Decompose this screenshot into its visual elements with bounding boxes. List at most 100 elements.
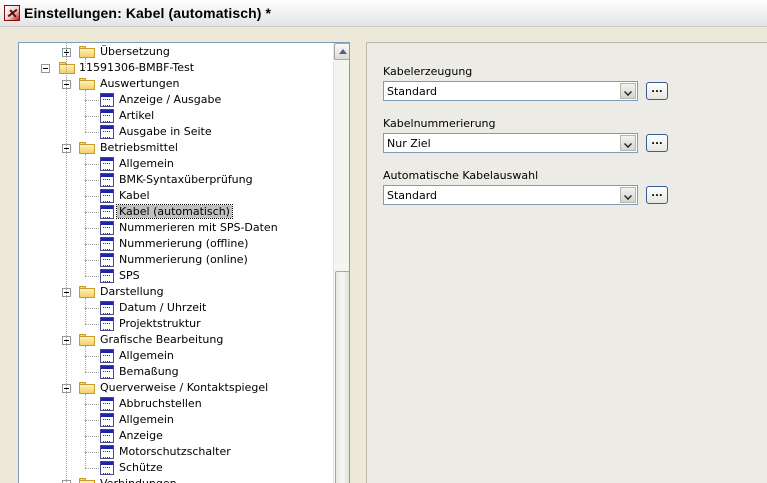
folder-icon — [79, 334, 95, 346]
folder-icon — [79, 46, 95, 58]
tree-connector — [85, 276, 99, 277]
tree-connector — [85, 356, 99, 357]
tree-item-label: Querverweise / Kontaktspiegel — [100, 381, 269, 394]
tree-item-label: Projektstruktur — [119, 317, 201, 330]
tree-connector — [85, 452, 99, 453]
settings-page-icon — [100, 189, 114, 203]
tree-connector — [85, 324, 99, 325]
window-title: Einstellungen: Kabel (automatisch) * — [24, 5, 272, 21]
settings-page-icon — [100, 205, 114, 219]
tree-connector — [66, 43, 67, 483]
tree-connector — [85, 346, 86, 372]
settings-page-icon — [100, 93, 114, 107]
tree-connector — [85, 260, 99, 261]
tree-connector — [85, 228, 99, 229]
tree-item-label: Nummerieren mit SPS-Daten — [119, 221, 278, 234]
tree-connector — [85, 100, 99, 101]
tree-item-label: Verbindungen — [98, 477, 179, 483]
tree-item-label: Motorschutzschalter — [119, 445, 231, 458]
settings-page-icon — [100, 173, 114, 187]
tree-item-label: BMK-Syntaxüberprüfung — [119, 173, 253, 186]
settings-page-icon — [100, 109, 114, 123]
settings-page-icon — [100, 349, 114, 363]
kabelerzeugung-more-button[interactable]: ... — [646, 82, 668, 100]
tree-connector — [85, 468, 99, 469]
settings-page-icon — [100, 429, 114, 443]
settings-page-icon — [100, 397, 114, 411]
kabelnummerierung-more-button[interactable]: ... — [646, 134, 668, 152]
tree-item-label: Ausgabe in Seite — [119, 125, 212, 138]
tree-item-label: Artikel — [119, 109, 155, 122]
tree-item-label: Allgemein — [119, 413, 174, 426]
kabelnummerierung-dropdown[interactable]: Nur Ziel — [383, 133, 638, 153]
tree-scrollbar[interactable] — [333, 43, 349, 483]
tree-item-label: 11591306-BMBF-Test — [79, 61, 195, 74]
settings-page-icon — [100, 301, 114, 315]
chevron-down-icon[interactable] — [620, 135, 636, 151]
kabelauswahl-label: Automatische Kabelauswahl — [383, 169, 539, 182]
tree-item-label: Kabel (automatisch) — [116, 204, 233, 219]
settings-page-icon — [100, 125, 114, 139]
tree-connector — [85, 372, 99, 373]
folder-icon — [59, 62, 75, 74]
tree-item-label: SPS — [119, 269, 140, 282]
tree-item-label: Allgemein — [119, 349, 174, 362]
chevron-down-icon[interactable] — [620, 83, 636, 99]
kabelauswahl-value: Standard — [387, 189, 438, 202]
settings-page-icon — [100, 269, 114, 283]
tree-connector — [85, 132, 99, 133]
tree-connector — [85, 212, 99, 213]
settings-page-icon — [100, 157, 114, 171]
tree-item-label: Betriebsmittel — [100, 141, 178, 154]
tree-connector — [85, 308, 99, 309]
folder-icon — [79, 142, 95, 154]
tree-connector — [85, 58, 86, 68]
settings-page-icon — [100, 365, 114, 379]
tree-item-label: Kabel — [119, 189, 150, 202]
kabelnummerierung-label: Kabelnummerierung — [383, 117, 496, 130]
tree-connector — [85, 90, 86, 132]
folder-icon — [79, 382, 95, 394]
tree-connector — [85, 298, 86, 324]
folder-icon — [79, 286, 95, 298]
kabelauswahl-more-button[interactable]: ... — [646, 186, 668, 204]
tree-connector — [85, 244, 99, 245]
tree-connector — [85, 436, 99, 437]
tree-item-label: Allgemein — [119, 157, 174, 170]
scroll-thumb[interactable] — [335, 271, 349, 483]
tree-item-label: Anzeige / Ausgabe — [119, 93, 222, 106]
kabelauswahl-dropdown[interactable]: Standard — [383, 185, 638, 205]
chevron-down-icon[interactable] — [620, 187, 636, 203]
title-bar: Einstellungen: Kabel (automatisch) * — [0, 0, 767, 27]
settings-page-icon — [100, 445, 114, 459]
tree-item-label: Abbruchstellen — [119, 397, 202, 410]
kabelnummerierung-value: Nur Ziel — [387, 137, 431, 150]
tree-item-label: Anzeige — [119, 429, 163, 442]
tree-connector — [85, 154, 86, 276]
settings-page-icon — [100, 461, 114, 475]
tree-item-label: Nummerierung (offline) — [119, 237, 249, 250]
tree-item-label: Grafische Bearbeitung — [100, 333, 224, 346]
tree-connector — [85, 394, 86, 468]
settings-page-icon — [100, 253, 114, 267]
settings-page-icon — [100, 317, 114, 331]
tree-connector — [85, 116, 99, 117]
settings-page-icon — [100, 237, 114, 251]
settings-page-icon — [100, 221, 114, 235]
tree-connector — [85, 164, 99, 165]
settings-page-icon — [100, 413, 114, 427]
tree-connector — [85, 196, 99, 197]
tree-connector — [85, 420, 99, 421]
settings-tree-panel: Übersetzung 11591306-BMBF-Test Auswertunge… — [18, 42, 350, 483]
kabelerzeugung-label: Kabelerzeugung — [383, 65, 473, 78]
tree-item-label: Auswertungen — [100, 77, 180, 90]
tree-item-label: Datum / Uhrzeit — [119, 301, 207, 314]
collapse-icon[interactable] — [41, 64, 50, 73]
tree-item-label: Nummerierung (online) — [119, 253, 248, 266]
kabelerzeugung-dropdown[interactable]: Standard — [383, 81, 638, 101]
tree-item-label: Schütze — [119, 461, 163, 474]
tree-item-label: Darstellung — [100, 285, 164, 298]
scroll-up-arrow-icon[interactable] — [334, 43, 349, 60]
tree-item-label: Bemaßung — [119, 365, 179, 378]
tree-item-label: Übersetzung — [100, 45, 170, 58]
